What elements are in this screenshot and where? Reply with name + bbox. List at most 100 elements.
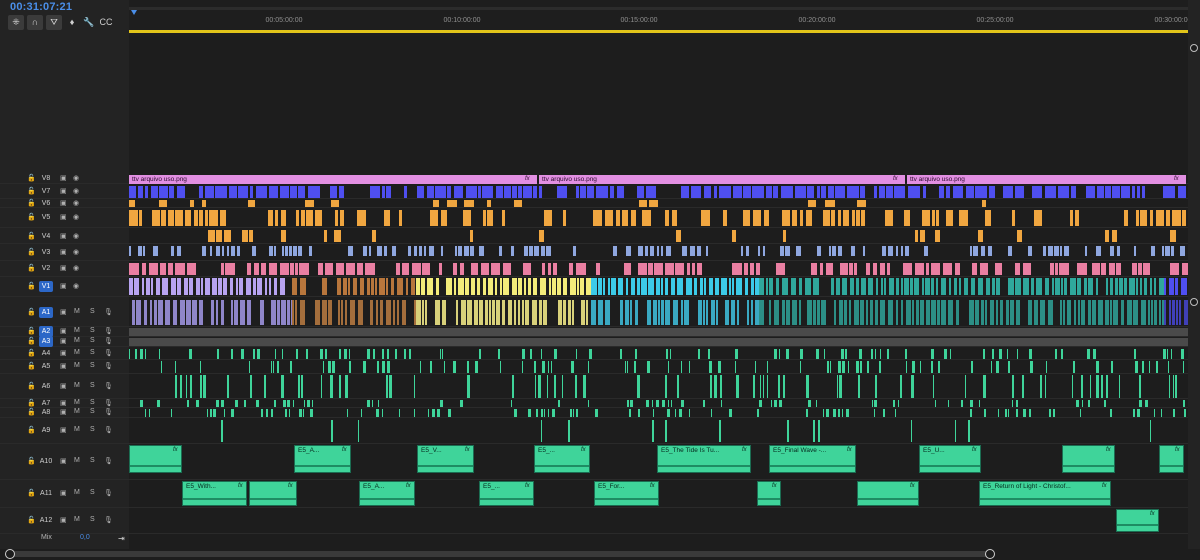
clip-segment[interactable]: [944, 349, 947, 359]
clip-segment[interactable]: [591, 278, 597, 295]
track-target-v7[interactable]: V7: [39, 186, 53, 197]
clip-segment[interactable]: [306, 210, 313, 226]
clip-segment[interactable]: [1048, 300, 1053, 325]
voice-over-record-icon[interactable]: 🎙: [104, 382, 113, 390]
clip-segment[interactable]: [1137, 409, 1140, 417]
clip-segment[interactable]: [568, 420, 570, 442]
clip-segment[interactable]: [1030, 361, 1033, 373]
clip-segment[interactable]: [269, 278, 271, 295]
vertical-scrollbar[interactable]: [1188, 0, 1200, 560]
clip-segment[interactable]: [1043, 246, 1046, 256]
clip-segment[interactable]: [679, 409, 682, 417]
clip-segment[interactable]: [595, 409, 598, 417]
clip-segment[interactable]: [152, 210, 160, 226]
clip-segment[interactable]: [1168, 361, 1169, 373]
clip-segment[interactable]: [218, 278, 222, 295]
clip-segment[interactable]: [196, 278, 200, 295]
clip-segment[interactable]: [1162, 246, 1164, 256]
sync-lock-icon[interactable]: ▣: [60, 327, 67, 335]
clip-segment[interactable]: [295, 300, 297, 325]
clip-segment[interactable]: [169, 186, 174, 198]
clip-segment[interactable]: [199, 186, 203, 198]
clip-segment[interactable]: [1169, 278, 1174, 295]
clip-segment[interactable]: [331, 200, 339, 207]
clip-segment[interactable]: [1010, 300, 1014, 325]
clip-segment[interactable]: [570, 278, 576, 295]
clip-segment[interactable]: [658, 300, 660, 325]
mix-volume-value[interactable]: 0,0: [80, 534, 90, 541]
clip-segment[interactable]: [1159, 300, 1161, 325]
toggle-visibility-icon[interactable]: ◉: [73, 282, 79, 290]
clip-segment[interactable]: [349, 361, 351, 373]
clip-segment[interactable]: [293, 400, 294, 407]
clip-segment[interactable]: [250, 375, 252, 398]
music-clip[interactable]: E5_A... fx: [359, 481, 415, 506]
clip-segment[interactable]: [1136, 278, 1138, 295]
clip-segment[interactable]: [235, 400, 238, 407]
clip-segment[interactable]: [432, 409, 435, 417]
lock-icon[interactable]: 🔓: [27, 213, 36, 221]
clip-segment[interactable]: [1015, 263, 1020, 275]
clip-segment[interactable]: [706, 246, 708, 256]
clip-segment[interactable]: [670, 349, 671, 359]
clip-segment[interactable]: [971, 361, 973, 373]
clip-segment[interactable]: [982, 200, 986, 207]
clip-segment[interactable]: [1132, 186, 1135, 198]
clip-segment[interactable]: [396, 263, 400, 275]
clip-segment[interactable]: [915, 230, 918, 242]
clip-segment[interactable]: [384, 210, 390, 226]
clip-segment[interactable]: [296, 210, 299, 226]
track-target-v4[interactable]: V4: [39, 231, 53, 242]
clip-segment[interactable]: [1132, 263, 1137, 275]
sync-lock-icon[interactable]: ▣: [60, 174, 67, 182]
clip-segment[interactable]: [386, 300, 391, 325]
clip-segment[interactable]: [1058, 186, 1069, 198]
clip-segment[interactable]: [841, 349, 844, 359]
clip-segment[interactable]: [689, 361, 690, 373]
clip-segment[interactable]: [298, 186, 305, 198]
clip-segment[interactable]: [709, 278, 713, 295]
sync-lock-icon[interactable]: ▣: [60, 232, 67, 240]
scroll-handle-left[interactable]: [5, 549, 15, 559]
clip-segment[interactable]: [684, 300, 689, 325]
clip-segment[interactable]: [358, 420, 359, 442]
clip-segment[interactable]: [184, 278, 188, 295]
clip-segment[interactable]: [503, 278, 509, 295]
clip-segment[interactable]: [816, 400, 817, 407]
clip-segment[interactable]: [382, 361, 385, 373]
clip-segment[interactable]: [753, 210, 761, 226]
clip-segment[interactable]: [573, 409, 574, 417]
clip-segment[interactable]: [757, 409, 759, 417]
clip-segment[interactable]: [800, 349, 803, 359]
voice-over-record-icon[interactable]: 🎙: [104, 426, 113, 434]
clip-segment[interactable]: [1154, 300, 1157, 325]
clip-segment[interactable]: [552, 409, 555, 417]
clip-segment[interactable]: [386, 278, 388, 295]
clip-segment[interactable]: [1115, 278, 1118, 295]
clip-segment[interactable]: [293, 246, 297, 256]
mute-button[interactable]: M: [74, 489, 80, 496]
clip-segment[interactable]: [792, 300, 797, 325]
clip-segment[interactable]: [412, 263, 421, 275]
clip-segment[interactable]: [180, 375, 182, 398]
clip-segment[interactable]: [246, 278, 251, 295]
clip-segment[interactable]: [656, 278, 660, 295]
clip-segment[interactable]: [700, 278, 703, 295]
clip-segment[interactable]: [652, 420, 654, 442]
clip-segment[interactable]: [759, 400, 762, 407]
clip-segment[interactable]: [1163, 186, 1175, 198]
clip-segment[interactable]: [221, 400, 224, 407]
clip-segment[interactable]: [1071, 186, 1076, 198]
clip-segment[interactable]: [216, 230, 222, 242]
clip-segment[interactable]: [315, 210, 322, 226]
clip-segment[interactable]: [598, 278, 602, 295]
clip-segment[interactable]: [237, 246, 240, 256]
clip-segment[interactable]: [618, 278, 623, 295]
clip-segment[interactable]: [129, 349, 130, 359]
clip-segment[interactable]: [336, 263, 344, 275]
clip-segment[interactable]: [1151, 300, 1153, 325]
clip-segment[interactable]: [665, 300, 670, 325]
clip-segment[interactable]: [409, 349, 411, 359]
clip-segment[interactable]: [1106, 278, 1108, 295]
clip-segment[interactable]: [274, 400, 276, 407]
